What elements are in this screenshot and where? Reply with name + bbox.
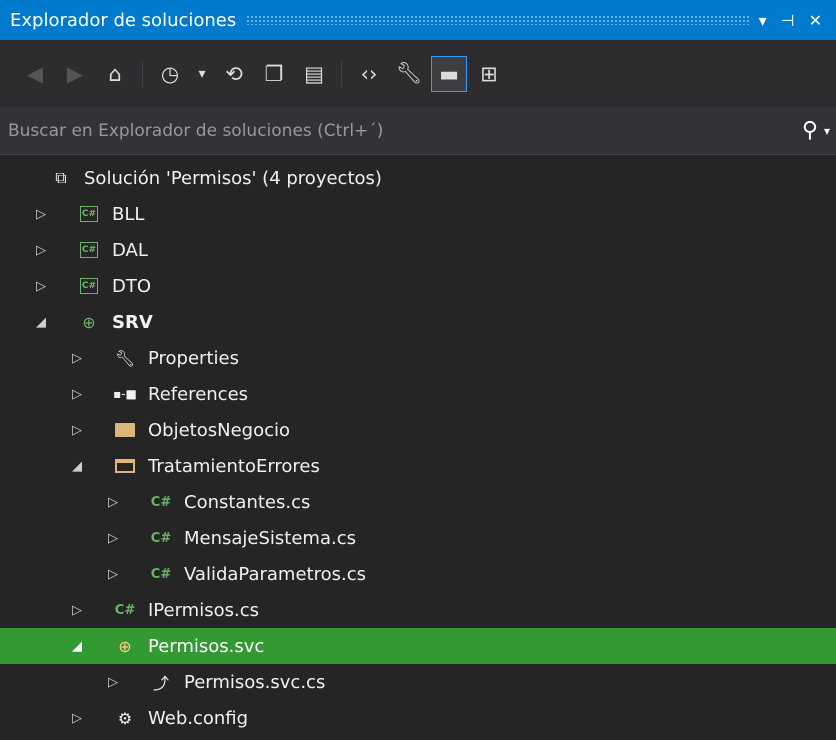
web-service-icon: ⊕ [118,636,132,656]
search-input[interactable] [6,119,802,142]
tree-node-mensajesistema[interactable]: ▷ C# MensajeSistema.cs [0,520,836,556]
tree-node-dal[interactable]: ▷ C# DAL [0,232,836,268]
tree-node-label: ObjetosNegocio [148,419,291,441]
toolbar-separator [341,60,342,87]
tree-node-srv[interactable]: ◢ ⊕ SRV [0,304,836,340]
tree-node-label: MensajeSistema.cs [184,527,356,549]
tree-node-label: BLL [112,203,145,225]
tree-node-permisos-svc-cs[interactable]: ▷ ⤴ Permisos.svc.cs [0,664,836,700]
search-box: ⚲ ▾ [0,107,836,155]
pending-changes-icon[interactable]: ◷ [153,57,187,91]
expand-arrow-icon[interactable]: ▷ [106,675,120,690]
view-code-icon[interactable]: ‹› [352,57,386,91]
solution-icon: ⧉ [55,168,67,187]
back-icon[interactable]: ◀ [18,57,52,91]
tree-node-label: Solución 'Permisos' (4 proyectos) [84,167,382,189]
tree-node-label: Constantes.cs [184,491,311,513]
panel-title-bar: Explorador de soluciones ▾ ⊣ ✕ [0,0,836,40]
tree-node-label: TratamientoErrores [148,455,320,477]
collapse-arrow-icon[interactable]: ◢ [70,639,84,654]
expand-arrow-icon[interactable]: ▷ [106,567,120,582]
tree-node-label: DTO [112,275,152,297]
tree-node-label: Permisos.svc.cs [184,671,326,693]
config-file-icon: ⚙ [117,708,133,728]
tree-node-references[interactable]: ▷ ▪-■ References [0,376,836,412]
collapse-arrow-icon[interactable]: ◢ [34,315,48,330]
expand-arrow-icon[interactable]: ▷ [34,243,48,258]
csharp-file-icon: C# [114,602,136,618]
solution-explorer-panel: Explorador de soluciones ▾ ⊣ ✕ ◀ ▶ ⌂ ◷ ▾… [0,0,836,740]
tree-node-tratamientoerrores[interactable]: ◢ TratamientoErrores [0,448,836,484]
csharp-file-icon: C# [150,494,172,510]
folder-open-icon [114,456,136,476]
expand-arrow-icon[interactable]: ▷ [106,531,120,546]
class-view-icon[interactable]: ⊞ [472,57,506,91]
tree-node-label: Web.config [148,707,249,729]
expand-arrow-icon[interactable]: ▷ [70,387,84,402]
code-file-icon: ⤴ [152,674,169,693]
tree-node-webconfig[interactable]: ▷ ⚙ Web.config [0,700,836,736]
tree-node-constantes[interactable]: ▷ C# Constantes.cs [0,484,836,520]
wrench-icon: 🔧︎ [114,348,136,368]
tree-node-validaparametros[interactable]: ▷ C# ValidaParametros.cs [0,556,836,592]
csharp-project-icon: C# [78,204,100,224]
expand-arrow-icon[interactable]: ▷ [34,279,48,294]
title-grip[interactable] [246,15,749,25]
web-project-icon: ⊕ [82,312,96,332]
tree-node-ipermisos[interactable]: ▷ C# IPermisos.cs [0,592,836,628]
collapse-all-icon[interactable]: ❐ [257,57,291,91]
tree-node-solution[interactable]: ⧉ Solución 'Permisos' (4 proyectos) [0,160,836,196]
pin-icon[interactable]: ⊣ [781,11,795,30]
forward-icon[interactable]: ▶ [58,57,92,91]
expand-arrow-icon[interactable]: ▷ [70,711,84,726]
csharp-project-icon: C# [78,240,100,260]
expand-arrow-icon[interactable]: ▷ [70,603,84,618]
references-icon: ▪-■ [113,387,137,401]
tree-node-permisos-svc[interactable]: ◢ ⊕ Permisos.svc [0,628,836,664]
close-icon[interactable]: ✕ [809,11,822,30]
tree-node-dto[interactable]: ▷ C# DTO [0,268,836,304]
solution-tree: ⧉ Solución 'Permisos' (4 proyectos) ▷ C#… [0,160,836,736]
toolbar: ◀ ▶ ⌂ ◷ ▾ ⟲ ❐ ▤ ‹› 🔧︎ ▬ ⊞ [0,40,836,107]
panel-title: Explorador de soluciones [10,9,237,31]
csharp-file-icon: C# [150,566,172,582]
expand-arrow-icon[interactable]: ▷ [34,207,48,222]
folder-icon [114,420,136,440]
expand-arrow-icon[interactable]: ▷ [106,495,120,510]
search-icon[interactable]: ⚲ [802,118,818,143]
tree-node-bll[interactable]: ▷ C# BLL [0,196,836,232]
expand-arrow-icon[interactable]: ▷ [70,423,84,438]
properties-icon[interactable]: 🔧︎ [392,57,426,91]
csharp-project-icon: C# [78,276,100,296]
tree-node-label: Properties [148,347,239,369]
chevron-down-icon[interactable]: ▾ [824,124,830,138]
chevron-down-icon[interactable]: ▾ [193,57,211,91]
tree-node-label: References [148,383,249,405]
toolbar-separator [142,60,143,87]
tree-node-label: Permisos.svc [148,635,265,657]
expand-arrow-icon[interactable]: ▷ [70,351,84,366]
collapse-arrow-icon[interactable]: ◢ [70,459,84,474]
show-all-files-icon[interactable]: ▤ [297,57,331,91]
window-position-icon[interactable]: ▾ [759,11,767,30]
tree-node-label: DAL [112,239,148,261]
csharp-file-icon: C# [150,530,172,546]
home-icon[interactable]: ⌂ [98,57,132,91]
sync-icon[interactable]: ⟲ [217,57,251,91]
tree-node-label: ValidaParametros.cs [184,563,366,585]
preview-icon[interactable]: ▬ [431,55,467,92]
tree-node-objetosnegocio[interactable]: ▷ ObjetosNegocio [0,412,836,448]
tree-node-label: IPermisos.cs [148,599,259,621]
tree-node-properties[interactable]: ▷ 🔧︎ Properties [0,340,836,376]
tree-node-label: SRV [112,311,153,333]
